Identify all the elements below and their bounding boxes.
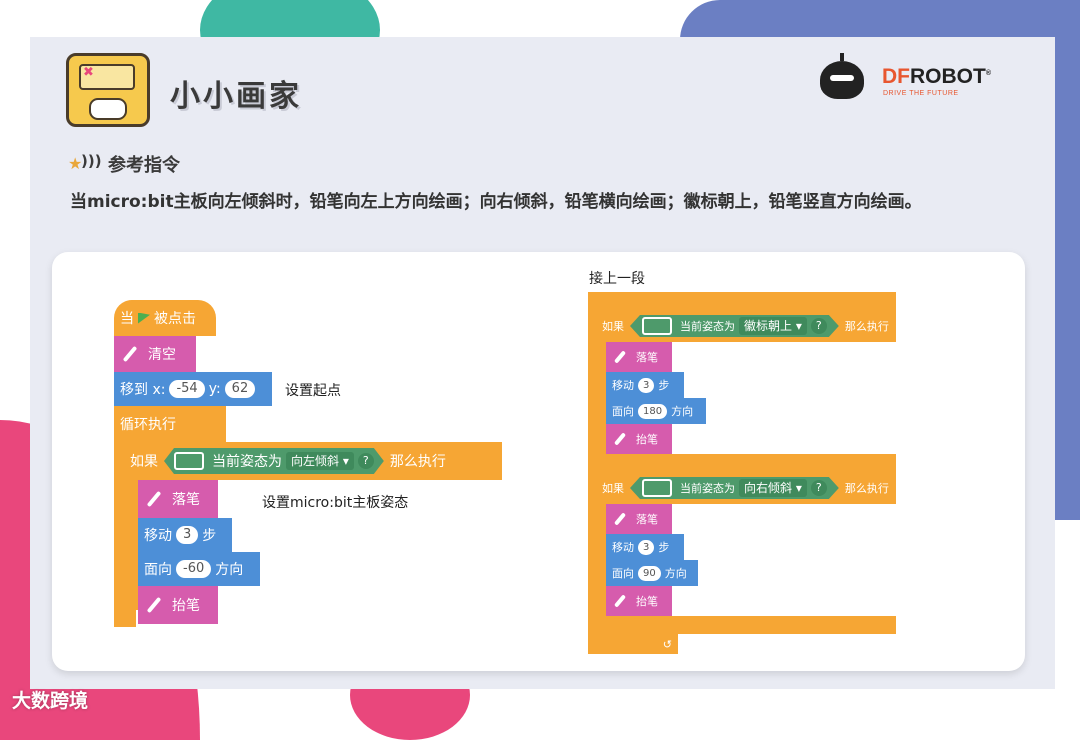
- page-title: 小小画家: [170, 79, 302, 114]
- watermark: 大数跨境: [12, 690, 89, 712]
- if-block-2-bottom: [596, 616, 896, 634]
- pencil-icon: [612, 431, 628, 447]
- note-start-point: 设置起点: [285, 383, 341, 399]
- loop-arrow-icon: ↺: [662, 637, 672, 651]
- slide: ✖ 小小画家 DFROBOT® DRIVE THE FUTURE ★ ))) 参…: [30, 37, 1055, 689]
- pen-down-block-1[interactable]: 落笔: [606, 342, 672, 372]
- pen-down-block[interactable]: 落笔: [138, 480, 218, 518]
- clear-block[interactable]: 清空: [114, 336, 196, 372]
- dfrobot-logo: DFROBOT® DRIVE THE FUTURE: [820, 53, 1030, 105]
- green-flag-icon: [138, 312, 150, 324]
- if-then-block[interactable]: 如果 当前姿态为 向左倾斜 ▾ ? 那么执行: [124, 442, 502, 480]
- forever-block[interactable]: 循环执行: [114, 406, 226, 442]
- pencil-icon: [612, 593, 628, 609]
- sound-icon: ))): [81, 152, 102, 170]
- move-steps-block-2[interactable]: 移动 3 步: [606, 534, 684, 560]
- point-direction-block-2[interactable]: 面向 90 方向: [606, 560, 698, 586]
- pencil-icon: [144, 489, 164, 509]
- loop-bottom-bar: ↺: [588, 634, 678, 654]
- pen-up-block-2[interactable]: 抬笔: [606, 586, 672, 616]
- loop-top-bar: [588, 292, 896, 312]
- pencil-icon: [120, 344, 140, 364]
- move-steps-block[interactable]: 移动 3 步: [138, 518, 232, 552]
- section-title: 参考指令: [108, 155, 180, 176]
- pose-dropdown-1[interactable]: 徽标朝上 ▾: [739, 317, 807, 335]
- if-then-block-1[interactable]: 如果 当前姿态为 徽标朝上 ▾ ? 那么执行: [596, 310, 896, 342]
- if-block-1-bottom: [596, 454, 896, 472]
- move-steps-block-1[interactable]: 移动 3 步: [606, 372, 684, 398]
- pencil-icon: [612, 349, 628, 365]
- when-flag-clicked-block[interactable]: 当被点击: [114, 300, 216, 336]
- if-then-block-2[interactable]: 如果 当前姿态为 向右倾斜 ▾ ? 那么执行: [596, 472, 896, 504]
- note-continue: 接上一段: [589, 271, 645, 287]
- code-card: 当被点击 清空 移到 x: -54 y: 62 设置起点 循环执行 如果 当前姿态为 …: [52, 252, 1025, 671]
- pencil-icon: [144, 595, 164, 615]
- goto-xy-block[interactable]: 移到 x: -54 y: 62: [114, 372, 272, 406]
- pen-up-block[interactable]: 抬笔: [138, 586, 218, 624]
- pen-down-block-2[interactable]: 落笔: [606, 504, 672, 534]
- point-direction-block-1[interactable]: 面向 180 方向: [606, 398, 706, 424]
- microbit-icon: [642, 479, 672, 497]
- note-set-pose: 设置micro:bit主板姿态: [262, 495, 409, 511]
- robot-icon: [820, 53, 864, 99]
- microbit-icon: [642, 317, 672, 335]
- pose-dropdown-2[interactable]: 向右倾斜 ▾: [739, 479, 807, 497]
- pose-condition-2[interactable]: 当前姿态为 向右倾斜 ▾ ?: [630, 477, 839, 499]
- gamepad-logo-icon: ✖: [66, 53, 150, 127]
- pose-dropdown[interactable]: 向左倾斜 ▾: [286, 452, 354, 470]
- pose-condition-1[interactable]: 当前姿态为 徽标朝上 ▾ ?: [630, 315, 839, 337]
- point-direction-block[interactable]: 面向 -60 方向: [138, 552, 260, 586]
- pencil-icon: [612, 511, 628, 527]
- microbit-icon: [174, 452, 204, 470]
- pen-up-block-1[interactable]: 抬笔: [606, 424, 672, 454]
- instruction-text: 当micro:bit主板向左倾斜时，铅笔向左上方向绘画；向右倾斜，铅笔横向绘画；…: [70, 192, 922, 212]
- pose-condition[interactable]: 当前姿态为 向左倾斜 ▾ ?: [164, 448, 384, 474]
